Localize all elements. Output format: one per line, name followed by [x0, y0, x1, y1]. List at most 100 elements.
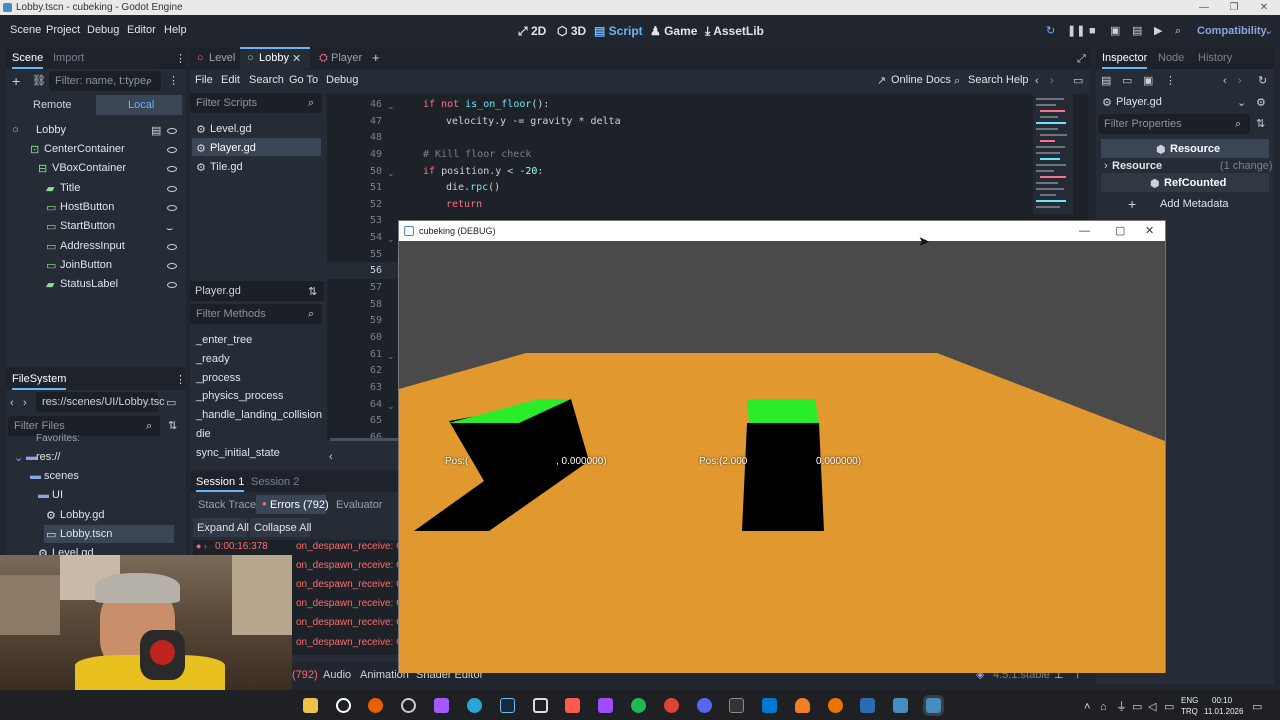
- editor-tab-lobby[interactable]: Lobby: [259, 52, 289, 64]
- tab-import[interactable]: Import: [53, 52, 84, 64]
- godot-debug-icon[interactable]: [926, 698, 941, 713]
- godot-icon[interactable]: [893, 698, 908, 713]
- main-3d-button[interactable]: ⬡ 3D: [557, 24, 586, 38]
- tab-inspector[interactable]: Inspector: [1102, 52, 1148, 69]
- script-menu-edit[interactable]: Edit: [221, 74, 240, 86]
- chevron-down-icon[interactable]: ⌄: [1237, 96, 1246, 110]
- search-help-button[interactable]: Search Help: [968, 74, 1029, 86]
- obs-icon[interactable]: [401, 698, 416, 713]
- visibility-icon[interactable]: [167, 244, 177, 250]
- figma-icon[interactable]: [598, 698, 613, 713]
- tree-item-centercontainer[interactable]: CenterContainer: [44, 143, 125, 155]
- play-scene-icon[interactable]: ▶: [1154, 24, 1162, 38]
- network-icon[interactable]: ▭: [1132, 700, 1142, 714]
- visibility-icon[interactable]: [167, 166, 177, 172]
- debugger-tab-stack-trace[interactable]: Stack Trace: [198, 499, 256, 511]
- microphone-icon[interactable]: ⏚: [1116, 700, 1127, 714]
- method-item[interactable]: _ready: [196, 353, 230, 365]
- script-menu-goto[interactable]: Go To: [289, 74, 318, 86]
- fs-item-lobby-gd[interactable]: Lobby.gd: [60, 509, 104, 521]
- error-row[interactable]: on_despawn_receive: C: [296, 541, 403, 552]
- tree-item-vboxcontainer[interactable]: VBoxContainer: [52, 162, 126, 174]
- tab-history[interactable]: History: [1198, 52, 1232, 64]
- tab-node[interactable]: Node: [1158, 52, 1184, 64]
- volume-icon[interactable]: ◁: [1148, 700, 1156, 714]
- script-list-item[interactable]: Player.gd: [210, 142, 256, 154]
- discord-icon[interactable]: [697, 698, 712, 713]
- clock-app-icon[interactable]: [336, 698, 351, 713]
- terminal-icon[interactable]: [729, 698, 744, 713]
- close-icon[interactable]: ✕: [1145, 221, 1154, 241]
- error-row[interactable]: on_despawn_receive: C: [296, 579, 403, 590]
- unity-icon[interactable]: [533, 698, 548, 713]
- tab-filesystem[interactable]: FileSystem: [12, 373, 67, 390]
- save-icon[interactable]: ▣: [1143, 74, 1153, 88]
- history-icon[interactable]: ↻: [1258, 74, 1267, 88]
- filter-methods-input[interactable]: Filter Methods: [190, 304, 322, 324]
- blender-icon[interactable]: [828, 698, 843, 713]
- menu-debug[interactable]: Debug: [87, 24, 119, 36]
- visibility-hidden-icon[interactable]: ⌣: [166, 222, 173, 236]
- add-metadata-button[interactable]: Add Metadata: [1160, 198, 1229, 210]
- asana-icon[interactable]: [565, 698, 580, 713]
- favorites-item[interactable]: Favorites:: [36, 433, 80, 442]
- input-language[interactable]: ENG: [1181, 696, 1198, 705]
- debugger-error-count[interactable]: (792): [292, 669, 318, 681]
- dock-menu-icon[interactable]: ⋮: [175, 52, 186, 66]
- firefox-icon[interactable]: [368, 698, 383, 713]
- online-docs-button[interactable]: Online Docs: [891, 74, 951, 86]
- resource-property[interactable]: Resource: [1112, 160, 1162, 172]
- chevron-down-icon[interactable]: ⌄: [1264, 24, 1273, 38]
- maximize-icon[interactable]: ▢: [1115, 221, 1125, 241]
- method-item[interactable]: _enter_tree: [196, 334, 252, 346]
- split-view-icon[interactable]: ▭: [166, 396, 176, 410]
- fold-icon[interactable]: ⌄: [387, 349, 395, 363]
- code-minimap[interactable]: [1033, 94, 1073, 214]
- fs-item-scenes[interactable]: scenes: [44, 470, 79, 482]
- distraction-free-icon[interactable]: ⤢: [1077, 52, 1086, 66]
- filter-properties-input[interactable]: Filter Properties: [1098, 114, 1250, 134]
- script-icon[interactable]: ▤: [151, 124, 161, 138]
- fs-item-res[interactable]: res://: [36, 451, 60, 463]
- fs-item-lobby-tscn[interactable]: Lobby.tscn: [60, 528, 112, 540]
- menu-scene[interactable]: Scene: [10, 24, 41, 36]
- visibility-icon[interactable]: [167, 128, 177, 134]
- remote-debug-icon[interactable]: ▣: [1110, 24, 1120, 38]
- method-item[interactable]: _handle_landing_collision: [196, 409, 322, 421]
- dock-menu-icon[interactable]: ⋮: [168, 74, 179, 88]
- close-icon[interactable]: ✕: [1250, 0, 1278, 15]
- script-list-item[interactable]: Level.gd: [210, 123, 252, 135]
- error-row[interactable]: on_despawn_receive: C: [296, 598, 403, 609]
- error-timestamp[interactable]: 0:00:16:378: [215, 541, 268, 552]
- main-assetlib-button[interactable]: ⤓ AssetLib: [705, 24, 764, 39]
- audio-tab[interactable]: Audio: [323, 669, 351, 681]
- script-menu-search[interactable]: Search: [249, 74, 284, 86]
- script-list-item[interactable]: Tile.gd: [210, 161, 243, 173]
- chrome-icon[interactable]: [664, 698, 679, 713]
- inspected-object[interactable]: Player.gd: [1116, 96, 1162, 108]
- method-item[interactable]: _physics_process: [196, 390, 283, 402]
- steam-icon[interactable]: [500, 698, 515, 713]
- next-script-icon[interactable]: ›: [1050, 74, 1054, 88]
- visibility-icon[interactable]: [167, 282, 177, 288]
- forward-icon[interactable]: ›: [23, 396, 27, 410]
- slack-icon[interactable]: [434, 698, 449, 713]
- cloud-app-icon[interactable]: [795, 698, 810, 713]
- dock-menu-icon[interactable]: ⋮: [175, 373, 186, 387]
- tree-item-lobby[interactable]: Lobby: [36, 124, 66, 136]
- collapse-left-icon[interactable]: ‹: [329, 450, 333, 464]
- maximize-icon[interactable]: ❐: [1220, 0, 1248, 15]
- reload-icon[interactable]: ↻: [1046, 24, 1055, 38]
- sort-icon[interactable]: ⇅: [308, 285, 317, 299]
- tray-chevron-icon[interactable]: ˄: [1084, 700, 1090, 714]
- session-2-tab[interactable]: Session 2: [251, 476, 299, 488]
- script-menu-debug[interactable]: Debug: [326, 74, 358, 86]
- method-item[interactable]: die: [196, 428, 211, 440]
- script-menu-file[interactable]: File: [195, 74, 213, 86]
- method-item[interactable]: sync_initial_state: [196, 447, 280, 459]
- add-tab-icon[interactable]: +: [372, 51, 380, 65]
- app-a-icon[interactable]: [860, 698, 875, 713]
- tree-item-addressinput[interactable]: AddressInput: [60, 240, 125, 252]
- history-forward-icon[interactable]: ›: [1238, 74, 1242, 88]
- visibility-icon[interactable]: [167, 186, 177, 192]
